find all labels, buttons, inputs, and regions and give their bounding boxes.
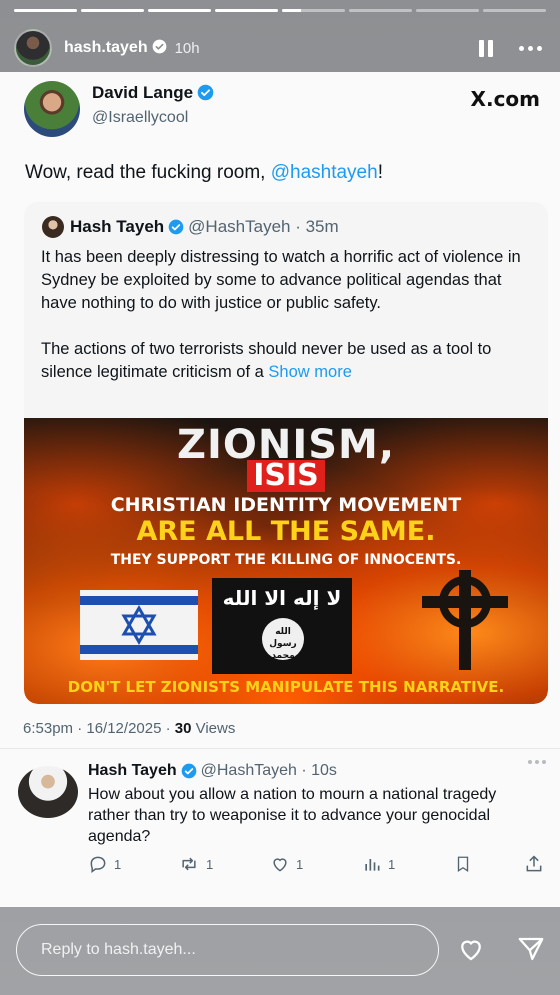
reply-input[interactable] bbox=[17, 925, 438, 975]
verified-icon bbox=[152, 39, 166, 54]
like-count: 1 bbox=[296, 856, 304, 872]
reply-count: 1 bbox=[114, 856, 122, 872]
story-progress-segment bbox=[215, 9, 278, 12]
pause-icon[interactable] bbox=[479, 39, 493, 57]
more-options-icon[interactable] bbox=[519, 45, 542, 51]
reply-action[interactable]: 1 bbox=[88, 854, 121, 874]
views-count: 30 bbox=[174, 720, 192, 737]
author-handle[interactable]: @Israellycool bbox=[92, 109, 214, 127]
xcom-logo: X.com bbox=[470, 87, 540, 111]
tweet-text-end: ! bbox=[377, 162, 383, 183]
poster-line-4: ARE ALL THE SAME. bbox=[136, 516, 436, 547]
quote-handle: @HashTayeh · 35m bbox=[188, 217, 339, 236]
story-progress-segment bbox=[148, 9, 211, 12]
story-progress-segment bbox=[483, 9, 546, 12]
poster-bottom-line: DON'T LET ZIONISTS MANIPULATE THIS NARRA… bbox=[67, 678, 505, 696]
quote-paragraph-1: It has been deeply distressing to watch … bbox=[41, 248, 521, 312]
story-header: hash.tayeh 10h bbox=[14, 28, 542, 68]
black-flag-text: لا إله الا الله bbox=[222, 586, 342, 610]
poster-image[interactable]: ZIONISM, ISIS CHRISTIAN IDENTITY MOVEMEN… bbox=[24, 418, 548, 704]
reply-name[interactable]: Hash Tayeh bbox=[88, 762, 177, 780]
verified-icon bbox=[168, 219, 184, 235]
black-flag: لا إله الا الله الله رسول محمد bbox=[212, 578, 352, 674]
show-more-link[interactable]: Show more bbox=[268, 363, 351, 381]
story-avatar[interactable] bbox=[14, 29, 52, 67]
author-avatar[interactable] bbox=[24, 81, 80, 137]
poster-line-2: ISIS bbox=[24, 460, 548, 492]
story-progress-segment bbox=[349, 9, 412, 12]
quote-avatar bbox=[42, 216, 64, 238]
quote-name: Hash Tayeh bbox=[70, 217, 165, 236]
share-icon bbox=[526, 855, 542, 872]
story-username[interactable]: hash.tayeh bbox=[64, 39, 167, 57]
reply-actions: 1 1 1 1 bbox=[88, 854, 546, 876]
bookmark-action[interactable] bbox=[454, 854, 472, 874]
tweet-author: David Lange @Israellycool X.com bbox=[24, 81, 540, 141]
story-progress-segment bbox=[282, 9, 345, 12]
author-name[interactable]: David Lange bbox=[92, 83, 214, 103]
send-icon[interactable] bbox=[516, 934, 546, 964]
tweet-timestamp[interactable]: 6:53pm · 16/12/2025 · bbox=[23, 720, 175, 737]
celtic-cross-icon bbox=[422, 570, 508, 670]
quoted-tweet[interactable]: Hash Tayeh @HashTayeh · 35m It has been … bbox=[24, 202, 548, 704]
quote-text: It has been deeply distressing to watch … bbox=[41, 246, 532, 384]
views-label: Views bbox=[191, 720, 236, 737]
share-action[interactable] bbox=[524, 854, 544, 874]
reply-header: Hash Tayeh @HashTayeh · 10s bbox=[88, 762, 337, 780]
story-actions bbox=[456, 934, 546, 964]
israel-flag bbox=[80, 590, 198, 660]
repost-icon bbox=[182, 857, 196, 871]
mention-link[interactable]: @hashtayeh bbox=[271, 162, 378, 183]
story-progress-segment bbox=[416, 9, 479, 12]
verified-icon bbox=[181, 763, 196, 779]
quote-header: Hash Tayeh @HashTayeh · 35m bbox=[42, 216, 339, 238]
story-progress-segment bbox=[81, 9, 144, 12]
tweet-text-body: Wow, read the fucking room, bbox=[25, 162, 271, 183]
tweet-text: Wow, read the fucking room, @hashtayeh! bbox=[25, 162, 540, 184]
heart-icon[interactable] bbox=[456, 934, 486, 964]
poster-line-5: THEY SUPPORT THE KILLING OF INNOCENTS. bbox=[110, 552, 462, 568]
story-progress-segment bbox=[14, 9, 77, 12]
reply-more-icon[interactable] bbox=[528, 760, 546, 764]
reply-handle[interactable]: @HashTayeh · 10s bbox=[201, 762, 337, 780]
star-of-david-icon bbox=[121, 605, 157, 645]
black-flag-seal: الله رسول محمد bbox=[262, 618, 304, 661]
tweet-meta: 6:53pm · 16/12/2025 · 30 Views bbox=[23, 720, 235, 737]
heart-icon bbox=[273, 858, 287, 872]
story-time: 10h bbox=[174, 39, 200, 57]
comment-icon bbox=[90, 856, 106, 873]
reply-avatar[interactable] bbox=[18, 766, 78, 818]
tweet-card: David Lange @Israellycool X.com Wow, rea… bbox=[0, 72, 560, 907]
reply-input-container[interactable] bbox=[16, 924, 439, 976]
repost-action[interactable]: 1 bbox=[178, 854, 213, 874]
quote-paragraph-2: The actions of two terrorists should nev… bbox=[41, 338, 532, 384]
quote-paragraph-2-text: The actions of two terrorists should nev… bbox=[41, 340, 492, 381]
views-action[interactable]: 1 bbox=[362, 854, 395, 874]
views-count-reply: 1 bbox=[388, 856, 396, 872]
bookmark-icon bbox=[457, 856, 469, 873]
analytics-icon bbox=[365, 859, 380, 871]
story-username-text[interactable]: hash.tayeh bbox=[64, 39, 148, 56]
poster-line-2-text: ISIS bbox=[247, 460, 325, 492]
like-action[interactable]: 1 bbox=[270, 854, 303, 874]
repost-count: 1 bbox=[206, 856, 214, 872]
divider bbox=[0, 748, 560, 749]
poster-line-3: CHRISTIAN IDENTITY MOVEMENT bbox=[110, 494, 462, 516]
reply-text: How about you allow a nation to mourn a … bbox=[88, 786, 497, 845]
verified-icon bbox=[197, 84, 214, 101]
author-name-text[interactable]: David Lange bbox=[92, 83, 193, 102]
story-progress bbox=[14, 9, 546, 12]
